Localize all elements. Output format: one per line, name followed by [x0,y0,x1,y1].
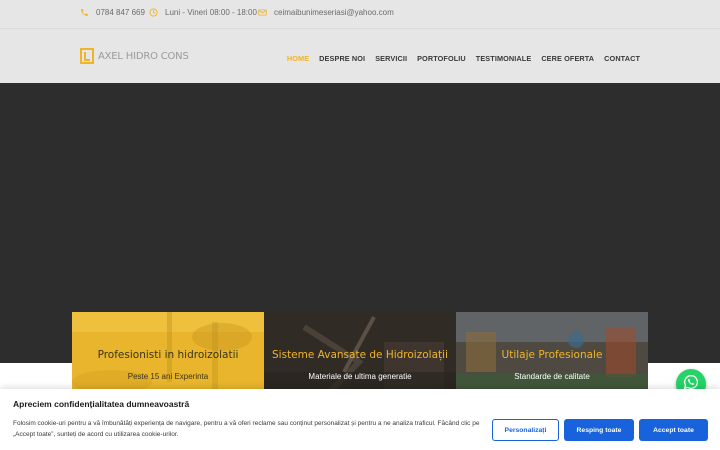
opening-hours: Luni - Vineri 08:00 - 18:00 [165,8,257,17]
hours-info: Luni - Vineri 08:00 - 18:00 [149,8,257,17]
cookie-title: Apreciem confidențialitatea dumneavoastr… [13,399,190,409]
clock-icon [149,8,158,17]
feature-title: Utilaje Profesionale [501,349,603,361]
email-address: ceimaibunimeseriasi@yahoo.com [274,8,394,17]
nav-contact[interactable]: CONTACT [604,54,640,63]
feature-subtitle: Materiale de ultima generatie [308,372,412,381]
phone-icon [80,8,89,17]
logo-icon [80,48,94,64]
feature-subtitle: Peste 15 ani Experinta [127,372,209,381]
feature-card-waterproofing[interactable]: Profesionisti in hidroizolatii Peste 15 … [72,312,264,398]
logo-text: AXEL HIDRO CONS [98,50,189,62]
nav-portofoliu[interactable]: PORTOFOLIU [417,54,466,63]
nav-cere-oferta[interactable]: CERE OFERTA [541,54,594,63]
accept-all-button[interactable]: Accept toate [639,419,708,441]
phone-number: 0784 847 669 [96,8,145,17]
feature-cards: Profesionisti in hidroizolatii Peste 15 … [72,312,648,398]
nav-despre-noi[interactable]: DESPRE NOI [319,54,365,63]
top-info-bar: 0784 847 669 Luni - Vineri 08:00 - 18:00… [0,0,720,28]
cookie-banner: Apreciem confidențialitatea dumneavoastr… [0,389,720,450]
site-logo[interactable]: AXEL HIDRO CONS [80,48,189,64]
feature-card-equipment[interactable]: Utilaje Profesionale Standarde de calita… [456,312,648,398]
feature-card-systems[interactable]: Sisteme Avansate de Hidroizolații Materi… [264,312,456,398]
nav-home[interactable]: HOME [287,54,309,63]
site-header: AXEL HIDRO CONS HOME DESPRE NOI SERVICII… [0,28,720,83]
phone-info[interactable]: 0784 847 669 [80,8,145,17]
reject-all-button[interactable]: Resping toate [564,419,634,441]
email-info[interactable]: ceimaibunimeseriasi@yahoo.com [258,8,394,17]
feature-subtitle: Standarde de calitate [514,372,590,381]
cookie-description: Folosim cookie-uri pentru a vă îmbunătăț… [13,420,480,438]
nav-testimoniale[interactable]: TESTIMONIALE [476,54,532,63]
feature-title: Sisteme Avansate de Hidroizolații [272,349,448,361]
customize-button[interactable]: Personalizați [492,419,559,441]
feature-title: Profesionisti in hidroizolatii [97,349,239,361]
mail-icon [258,8,267,17]
main-nav: HOME DESPRE NOI SERVICII PORTOFOLIU TEST… [287,54,640,63]
nav-servicii[interactable]: SERVICII [375,54,407,63]
